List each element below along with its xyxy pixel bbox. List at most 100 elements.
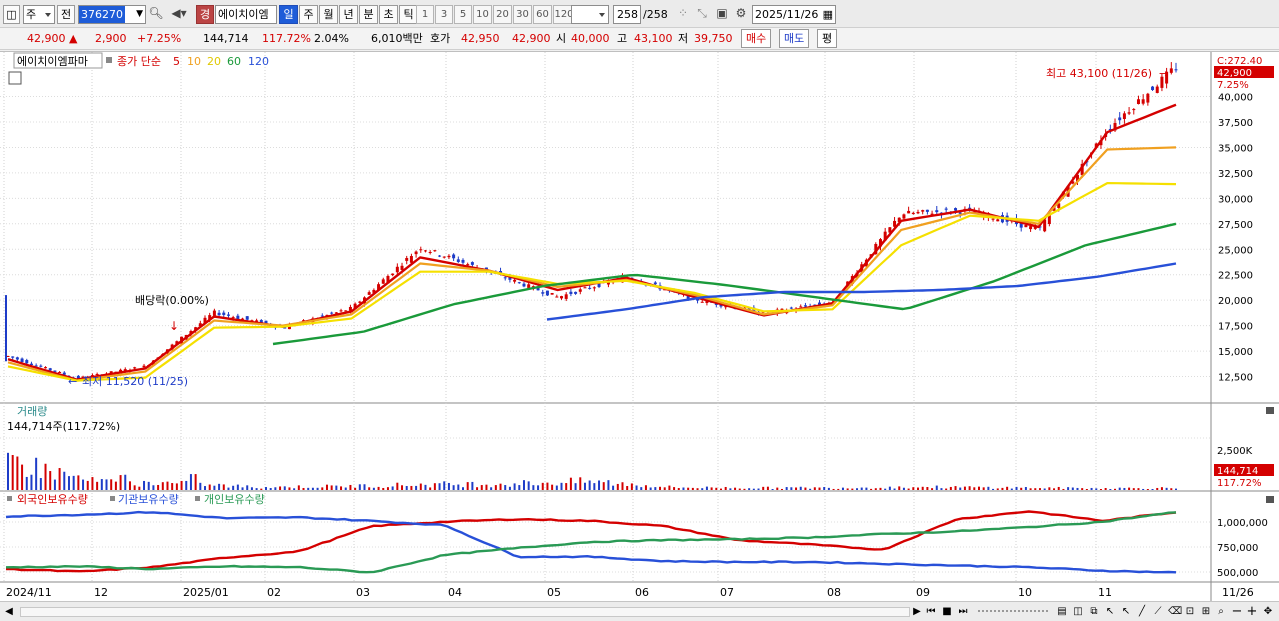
volume-bar xyxy=(480,485,483,490)
prev-button[interactable]: 전 xyxy=(57,5,75,24)
candle-body xyxy=(1118,117,1122,121)
ma-period-5[interactable]: 5 xyxy=(173,55,180,68)
up-arrow-icon: ▲ xyxy=(69,32,78,45)
table-toggle-icon[interactable] xyxy=(8,71,22,85)
scroll-track[interactable] xyxy=(20,607,910,617)
candle-body xyxy=(700,301,704,303)
zoom-out-icon[interactable]: − xyxy=(1231,605,1243,619)
first-page-icon[interactable]: ⏮ xyxy=(925,605,937,619)
chart-area[interactable]: 2024/11 12 2025/01 02 03 04 05 06 07 08 09 10 11 12,5… xyxy=(0,51,1279,602)
ma-label[interactable]: 종가 단순 xyxy=(117,55,161,68)
move-icon[interactable]: ✥ xyxy=(1262,605,1274,619)
volume-bar xyxy=(443,481,446,490)
grid-icon[interactable]: ⁘ xyxy=(675,5,691,24)
volume-bar xyxy=(856,488,859,490)
volume-bar xyxy=(128,481,131,490)
interval-tab[interactable]: 3 xyxy=(435,5,453,24)
last-page-icon[interactable]: ⏭ xyxy=(957,605,969,619)
interval-tab[interactable]: 1 xyxy=(416,5,434,24)
scroll-right-icon[interactable]: ▶ xyxy=(912,605,922,619)
close-icon[interactable] xyxy=(1266,407,1274,414)
x-tick-label: 2025/01 xyxy=(183,586,229,599)
volume-bar xyxy=(649,487,652,490)
interval-tab[interactable]: 20 xyxy=(493,5,512,24)
scroll-left-icon[interactable]: ◀ xyxy=(4,605,14,619)
volume-bar xyxy=(654,487,657,490)
volume-bar xyxy=(1001,487,1004,490)
period-tab[interactable]: 주 xyxy=(299,5,318,24)
interval-tab[interactable]: 10 xyxy=(473,5,492,24)
quote-change: 2,900 xyxy=(95,32,127,45)
gear-icon[interactable]: ⚙ xyxy=(733,5,749,24)
volume-bar xyxy=(143,480,146,490)
zoom-in-icon[interactable]: + xyxy=(1246,605,1258,619)
window-menu-icon[interactable]: ◫ xyxy=(3,5,20,24)
lock-icon[interactable]: ⊡ xyxy=(1184,605,1196,619)
volume-axis-label: 2,500K xyxy=(1217,446,1253,457)
interval-select[interactable] xyxy=(571,5,609,24)
chart-svg: 2024/11 12 2025/01 02 03 04 05 06 07 08 09 10 11 12,5… xyxy=(0,52,1279,602)
ma-period-120[interactable]: 120 xyxy=(248,55,269,68)
calendar-icon[interactable]: ▦ xyxy=(823,6,833,23)
volume-bar xyxy=(180,480,183,490)
chevron-down-icon[interactable]: ▼ xyxy=(136,6,143,23)
interval-tab[interactable]: 60 xyxy=(533,5,552,24)
x-tick-label: 03 xyxy=(356,586,370,599)
sell-button[interactable]: 매도 xyxy=(779,29,810,48)
holding-series-foreign[interactable]: 외국인보유수량 xyxy=(17,493,88,506)
volume-bar xyxy=(96,481,99,490)
save-icon[interactable]: ▣ xyxy=(714,5,730,24)
volume-bar xyxy=(133,485,136,490)
speaker-icon[interactable]: ◀▾ xyxy=(166,5,192,24)
period-tab[interactable]: 일 xyxy=(279,5,298,24)
volume-bar xyxy=(1132,488,1135,490)
quote-low: 39,750 xyxy=(694,32,733,45)
holding-series-individual[interactable]: 개인보유수량 xyxy=(204,493,265,506)
volume-bar xyxy=(1067,487,1070,490)
volume-bar xyxy=(874,488,877,490)
volume-bar xyxy=(377,486,380,490)
pointer-icon[interactable]: ↖ xyxy=(1104,605,1116,619)
interval-tab[interactable]: 30 xyxy=(513,5,532,24)
volume-bar xyxy=(504,485,507,490)
period-tab[interactable]: 년 xyxy=(339,5,358,24)
volume-bar xyxy=(72,475,75,490)
ma-period-20[interactable]: 20 xyxy=(207,55,221,68)
holding-series-institution[interactable]: 기관보유수량 xyxy=(118,493,179,506)
volume-bar xyxy=(147,481,150,490)
price-panel-title[interactable]: 에이치이엠파마 xyxy=(17,55,88,68)
interval-tab[interactable]: 5 xyxy=(454,5,472,24)
count-input[interactable]: 258 xyxy=(613,5,641,24)
copy-icon[interactable]: ⧉ xyxy=(1088,605,1100,619)
line-tool-icon[interactable]: ╱ xyxy=(1136,605,1148,619)
zoom-slider[interactable] xyxy=(978,610,1048,614)
settings-icon[interactable]: ⊞ xyxy=(1200,605,1212,619)
search-icon[interactable]: 🔍︎ xyxy=(148,5,164,24)
volume-panel-title[interactable]: 거래량 xyxy=(17,405,47,418)
volume-bar xyxy=(996,488,999,490)
date-input[interactable]: 2025/11/26 ▦ xyxy=(752,5,836,24)
candle-body xyxy=(395,266,399,273)
ma-period-10[interactable]: 10 xyxy=(187,55,201,68)
search-icon[interactable]: ⌕ xyxy=(1215,605,1227,619)
candle-body xyxy=(522,283,526,287)
volume-bar xyxy=(893,488,896,490)
trend-tool-icon[interactable]: ⟋ xyxy=(1152,605,1164,619)
view-icon[interactable]: ▤ xyxy=(1056,605,1068,619)
erase-icon[interactable]: ⌫ xyxy=(1168,605,1182,619)
draw-icon[interactable]: ⤡ xyxy=(693,5,711,24)
volume-bar xyxy=(204,486,207,490)
ma-period-60[interactable]: 60 xyxy=(227,55,241,68)
close-icon[interactable] xyxy=(1266,496,1274,503)
stop-icon[interactable]: ■ xyxy=(941,605,953,619)
market-select[interactable]: 주 xyxy=(23,5,55,24)
code-input[interactable]: 376270 ▼ xyxy=(78,5,146,24)
layout-icon[interactable]: ◫ xyxy=(1072,605,1084,619)
period-tab[interactable]: 월 xyxy=(319,5,338,24)
buy-button[interactable]: 매수 xyxy=(741,29,772,48)
cursor-icon[interactable]: ↖ xyxy=(1120,605,1132,619)
even-button[interactable]: 평 xyxy=(817,29,838,48)
period-tab[interactable]: 초 xyxy=(379,5,398,24)
volume-bar xyxy=(255,488,258,490)
period-tab[interactable]: 분 xyxy=(359,5,378,24)
